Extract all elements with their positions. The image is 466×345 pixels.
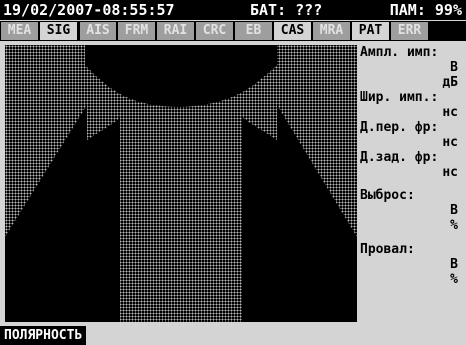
datetime: 19/02/2007-08:55:57 (3, 1, 175, 19)
tab-pat[interactable]: PAT (352, 22, 389, 40)
amplitude-label: Ампл. имп: (360, 45, 439, 60)
waveform-overlay (5, 45, 357, 322)
battery-indicator: БАТ: ??? (250, 1, 323, 19)
tab-crc[interactable]: CRC (196, 22, 233, 40)
fall-label: Д.зад. фр: (360, 150, 439, 165)
tab-ais[interactable]: AIS (80, 22, 116, 40)
tab-frm[interactable]: FRM (118, 22, 155, 40)
fall-unit: нс (442, 165, 458, 180)
amplitude-unit-db: дБ (442, 75, 458, 90)
tab-mra[interactable]: MRA (313, 22, 350, 40)
amplitude-unit-volts: В (450, 60, 458, 75)
eye-pattern-display (5, 45, 357, 322)
rise-unit: нс (442, 135, 458, 150)
waveform-top-region (85, 45, 277, 107)
undershoot-unit-volts: В (450, 257, 458, 272)
tab-cas[interactable]: CAS (274, 22, 311, 40)
measurement-panel: Ампл. имп: В дБ Шир. имп.: нс Д.пер. фр:… (360, 45, 460, 335)
tab-mea[interactable]: MEA (1, 22, 38, 40)
width-label: Шир. имп.: (360, 90, 439, 105)
undershoot-label: Провал: (360, 242, 415, 257)
overshoot-unit-percent: % (450, 218, 458, 233)
undershoot-unit-percent: % (450, 272, 458, 287)
tab-bar: MEA SIG AIS FRM RAI CRC EB CAS MRA PAT E… (0, 21, 466, 41)
overshoot-unit-volts: В (450, 203, 458, 218)
waveform-left-edge (5, 105, 120, 322)
polarity-button[interactable]: ПОЛЯРНОСТЬ (0, 326, 87, 345)
memory-indicator: ПАМ: 99% (389, 1, 462, 19)
tab-eb[interactable]: EB (235, 22, 272, 40)
width-unit: нс (442, 105, 458, 120)
rise-label: Д.пер. фр: (360, 120, 439, 135)
tab-err[interactable]: ERR (391, 22, 428, 40)
eye-opening (120, 117, 242, 322)
waveform-right-edge (242, 105, 357, 322)
overshoot-label: Выброс: (360, 188, 415, 203)
tab-sig[interactable]: SIG (40, 22, 77, 40)
status-bar: 19/02/2007-08:55:57 БАТ: ??? ПАМ: 99% (0, 0, 466, 20)
tab-rai[interactable]: RAI (157, 22, 194, 40)
